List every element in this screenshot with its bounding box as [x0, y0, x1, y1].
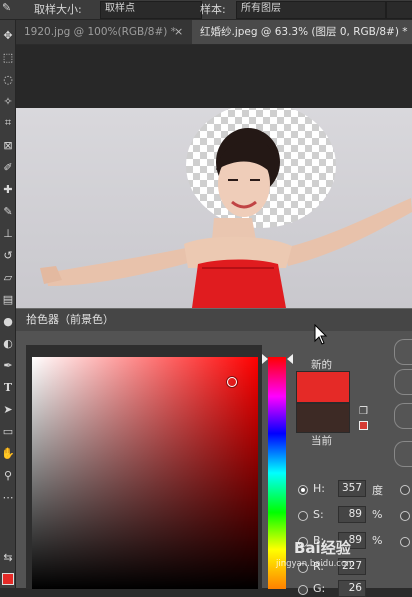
sample-select[interactable]: 所有图层 — [236, 1, 386, 19]
sample-label: 样本: — [200, 3, 226, 16]
eyedropper-tool-icon[interactable]: ✐ — [1, 160, 15, 174]
hue-unit: 度 — [372, 484, 383, 497]
current-color-swatch[interactable] — [296, 403, 350, 433]
tools-panel: ✥ ⬚ ◌ ✧ ⌗ ⊠ ✐ ✚ ✎ ⊥ ↺ ▱ ▤ ● ◐ ✒ T ➤ ▭ ✋ … — [0, 20, 16, 588]
saturation-input[interactable]: 89 — [338, 506, 366, 523]
tab-label: 红婚纱.jpeg @ 63.3% (图层 0, RGB/8#) * — [200, 26, 408, 38]
zoom-tool-icon[interactable]: ⚲ — [1, 468, 15, 482]
mouse-pointer-icon — [314, 324, 328, 345]
foreground-color-icon[interactable] — [1, 572, 15, 586]
watermark-url: jingyan.baidu.com — [276, 559, 355, 569]
portrait-photo — [40, 128, 412, 308]
healing-tool-icon[interactable]: ✚ — [1, 182, 15, 196]
add-to-swatches-button[interactable] — [394, 403, 412, 429]
pen-tool-icon[interactable]: ✒ — [1, 358, 15, 372]
stamp-tool-icon[interactable]: ⊥ — [1, 226, 15, 240]
dodge-tool-icon[interactable]: ◐ — [1, 336, 15, 350]
history-brush-tool-icon[interactable]: ↺ — [1, 248, 15, 262]
hue-label: H: — [313, 482, 325, 495]
more-tools-icon[interactable]: ⋯ — [1, 490, 15, 504]
type-tool-icon[interactable]: T — [1, 380, 15, 394]
saturation-brightness-field[interactable] — [32, 357, 258, 589]
document-tabs: 1920.jpg @ 100%(RGB/8#) * × 红婚纱.jpeg @ 6… — [16, 20, 412, 44]
web-safe-cube-icon[interactable]: ❒ — [359, 407, 369, 417]
magic-wand-tool-icon[interactable]: ✧ — [1, 94, 15, 108]
eyedropper-icon[interactable]: ✎ — [2, 1, 11, 14]
color-field-cursor[interactable] — [227, 377, 237, 387]
green-radio[interactable] — [298, 585, 308, 595]
saturation-label: S: — [313, 508, 324, 521]
hand-tool-icon[interactable]: ✋ — [1, 446, 15, 460]
lab-l-radio[interactable] — [400, 485, 410, 495]
color-libraries-button[interactable] — [394, 441, 412, 467]
frame-tool-icon[interactable]: ⊠ — [1, 138, 15, 152]
shape-tool-icon[interactable]: ▭ — [1, 424, 15, 438]
tab-wedding-jpeg[interactable]: 红婚纱.jpeg @ 63.3% (图层 0, RGB/8#) * — [192, 20, 412, 44]
brush-tool-icon[interactable]: ✎ — [1, 204, 15, 218]
green-input[interactable]: 26 — [338, 580, 366, 597]
watermark-logo: Bai经验 — [294, 539, 351, 557]
gradient-tool-icon[interactable]: ▤ — [1, 292, 15, 306]
saturation-radio[interactable] — [298, 511, 308, 521]
current-color-label: 当前 — [311, 435, 332, 447]
path-select-tool-icon[interactable]: ➤ — [1, 402, 15, 416]
blur-tool-icon[interactable]: ● — [1, 314, 15, 328]
move-tool-icon[interactable]: ✥ — [1, 28, 15, 42]
cancel-button[interactable] — [394, 369, 412, 395]
close-tab-icon[interactable]: × — [174, 20, 183, 44]
hue-input[interactable]: 357 — [338, 480, 366, 497]
lab-a-radio[interactable] — [400, 511, 410, 521]
eraser-tool-icon[interactable]: ▱ — [1, 270, 15, 284]
options-bar: ✎ 取样大小: 取样点 样本: 所有图层 — [0, 0, 412, 20]
hue-slider-right-arrow-icon[interactable] — [287, 354, 293, 364]
web-safe-swatch[interactable] — [359, 421, 368, 430]
saturation-unit: % — [372, 508, 383, 521]
document-canvas[interactable] — [16, 108, 412, 308]
lasso-tool-icon[interactable]: ◌ — [1, 72, 15, 86]
lab-b-radio[interactable] — [400, 537, 410, 547]
new-color-label: 新的 — [311, 359, 332, 371]
tab-1920-jpg[interactable]: 1920.jpg @ 100%(RGB/8#) * — [16, 20, 198, 44]
new-color-swatch — [296, 371, 350, 403]
hue-slider-left-arrow-icon[interactable] — [262, 354, 268, 364]
crop-tool-icon[interactable]: ⌗ — [1, 116, 15, 130]
watermark: Bai经验 jingyan.baidu.com — [276, 533, 386, 573]
sample-size-select[interactable]: 取样点 — [100, 1, 202, 19]
tab-label: 1920.jpg @ 100%(RGB/8#) * — [24, 26, 176, 38]
extra-options-button[interactable] — [386, 1, 412, 19]
green-label: G: — [313, 582, 326, 595]
ok-button[interactable] — [394, 339, 412, 365]
dialog-title[interactable]: 拾色器（前景色） — [16, 309, 412, 331]
sample-size-label: 取样大小: — [34, 3, 82, 16]
swap-colors-icon[interactable]: ⇆ — [1, 550, 15, 564]
hue-radio[interactable] — [298, 485, 308, 495]
marquee-tool-icon[interactable]: ⬚ — [1, 50, 15, 64]
